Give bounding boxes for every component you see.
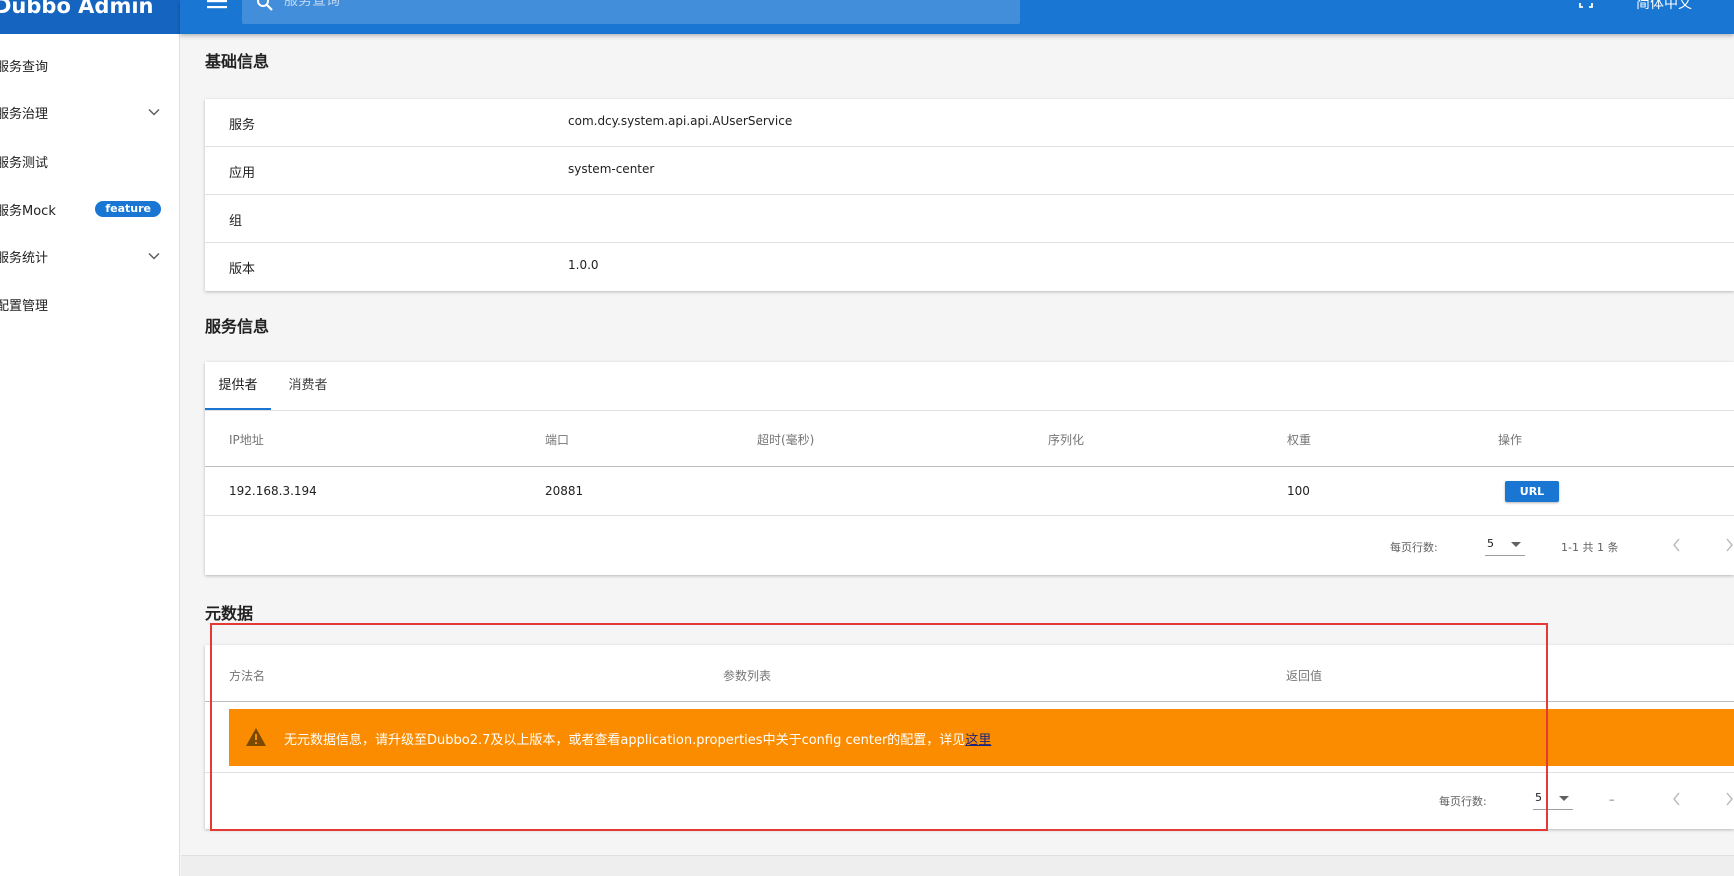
sidebar-item-service-search[interactable]: 服务查询 xyxy=(0,45,180,85)
column-header-ip[interactable]: IP地址 xyxy=(229,431,264,448)
info-row-version: 版本 1.0.0 xyxy=(205,243,1734,291)
sidebar-item-label: 服务治理 xyxy=(0,107,49,122)
column-header-parameter-list[interactable]: 参数列表 xyxy=(723,667,771,684)
chevron-right-icon[interactable] xyxy=(1723,538,1734,552)
basic-info-card: 服务 com.dcy.system.api.api.AUserService 应… xyxy=(205,99,1734,291)
fullscreen-icon[interactable] xyxy=(1579,0,1593,9)
info-row-application: 应用 system-center xyxy=(205,147,1734,195)
brand-bar: Dubbo Admin xyxy=(0,0,180,34)
service-info-title: 服务信息 xyxy=(205,317,270,336)
rows-per-page-label: 每页行数: xyxy=(1439,795,1487,808)
url-button[interactable]: URL xyxy=(1505,481,1559,502)
info-key: 组 xyxy=(229,214,243,229)
sidebar-item-config-management[interactable]: 配置管理 xyxy=(0,284,180,324)
divider xyxy=(205,772,1734,773)
cell-weight: 100 xyxy=(1287,484,1310,498)
service-info-card: 提供者 消费者 IP地址 端口 超时(毫秒) 序列化 权重 操作 192.168… xyxy=(205,362,1734,575)
column-header-method-name[interactable]: 方法名 xyxy=(229,667,265,684)
column-header-weight[interactable]: 权重 xyxy=(1287,431,1311,448)
chevron-down-icon xyxy=(148,252,160,260)
column-header-serialization[interactable]: 序列化 xyxy=(1048,431,1084,448)
sidebar-item-service-mock[interactable]: 服务Mock feature xyxy=(0,189,180,229)
sidebar-item-label: 服务统计 xyxy=(0,251,49,266)
sidebar-item-service-test[interactable]: 服务测试 xyxy=(0,141,180,181)
sidebar-item-service-statistics[interactable]: 服务统计 xyxy=(0,236,180,276)
info-value: system-center xyxy=(568,162,655,176)
chevron-left-icon[interactable] xyxy=(1671,538,1683,552)
info-key: 服务 xyxy=(229,118,256,133)
warning-icon xyxy=(246,728,266,746)
column-header-action: 操作 xyxy=(1498,433,1523,447)
caret-down-icon xyxy=(1511,542,1521,547)
sidebar-item-service-governance[interactable]: 服务治理 xyxy=(0,92,180,132)
language-switcher[interactable]: 简体中文 xyxy=(1636,0,1692,13)
tab-consumers[interactable]: 消费者 xyxy=(271,362,345,410)
chevron-left-icon[interactable] xyxy=(1671,792,1683,806)
divider xyxy=(205,701,1734,702)
top-app-bar: 简体中文 xyxy=(180,0,1734,34)
chevron-right-icon[interactable] xyxy=(1723,792,1734,806)
feature-badge: feature xyxy=(95,201,161,217)
info-key: 应用 xyxy=(229,166,256,181)
search-icon xyxy=(257,0,273,11)
column-header-timeout[interactable]: 超时(毫秒) xyxy=(757,431,814,448)
divider xyxy=(205,466,1734,467)
column-header-return-value[interactable]: 返回值 xyxy=(1286,667,1322,684)
warning-message: 无元数据信息，请升级至Dubbo2.7及以上版本，或者查看application… xyxy=(284,733,966,748)
caret-down-icon xyxy=(1559,796,1569,801)
rows-per-page-label: 每页行数: xyxy=(1390,541,1438,554)
tab-providers[interactable]: 提供者 xyxy=(205,362,271,410)
cell-port: 20881 xyxy=(545,484,584,498)
sidebar-item-label: 服务测试 xyxy=(0,156,49,171)
rows-per-page-select[interactable]: 5 xyxy=(1485,534,1525,556)
pagination-range: – xyxy=(1609,793,1615,806)
sidebar-item-label: 服务查询 xyxy=(0,60,49,75)
divider xyxy=(205,410,1734,411)
footer xyxy=(181,855,1734,876)
rows-per-page-value: 5 xyxy=(1535,791,1542,804)
info-value: 1.0.0 xyxy=(568,258,599,272)
search-box[interactable] xyxy=(242,0,1020,24)
docs-link[interactable]: 这里 xyxy=(965,733,991,748)
sidebar-item-label: 服务Mock xyxy=(0,204,56,219)
cell-ip: 192.168.3.194 xyxy=(229,484,317,498)
column-header-port[interactable]: 端口 xyxy=(545,431,569,448)
metadata-warning-alert: 无元数据信息，请升级至Dubbo2.7及以上版本，或者查看application… xyxy=(229,709,1734,766)
sidebar: Dubbo Admin 服务查询 服务治理 服务测试 服务Mock featur… xyxy=(0,0,180,876)
menu-icon[interactable] xyxy=(206,0,228,12)
info-value: com.dcy.system.api.api.AUserService xyxy=(568,114,793,128)
warning-text: 无元数据信息，请升级至Dubbo2.7及以上版本，或者查看application… xyxy=(284,729,991,748)
metadata-title: 元数据 xyxy=(205,604,254,623)
info-key: 版本 xyxy=(229,262,256,277)
app-title: Dubbo Admin xyxy=(0,0,154,18)
pagination-range: 1-1 共 1 条 xyxy=(1561,541,1619,554)
divider xyxy=(205,515,1734,516)
info-row-service: 服务 com.dcy.system.api.api.AUserService xyxy=(205,99,1734,147)
sidebar-item-label: 配置管理 xyxy=(0,299,49,314)
basic-info-title: 基础信息 xyxy=(205,52,270,71)
rows-per-page-select[interactable]: 5 xyxy=(1533,788,1573,810)
info-row-group: 组 xyxy=(205,195,1734,243)
rows-per-page-value: 5 xyxy=(1487,537,1494,550)
chevron-down-icon xyxy=(148,108,160,116)
search-input[interactable] xyxy=(284,0,984,11)
